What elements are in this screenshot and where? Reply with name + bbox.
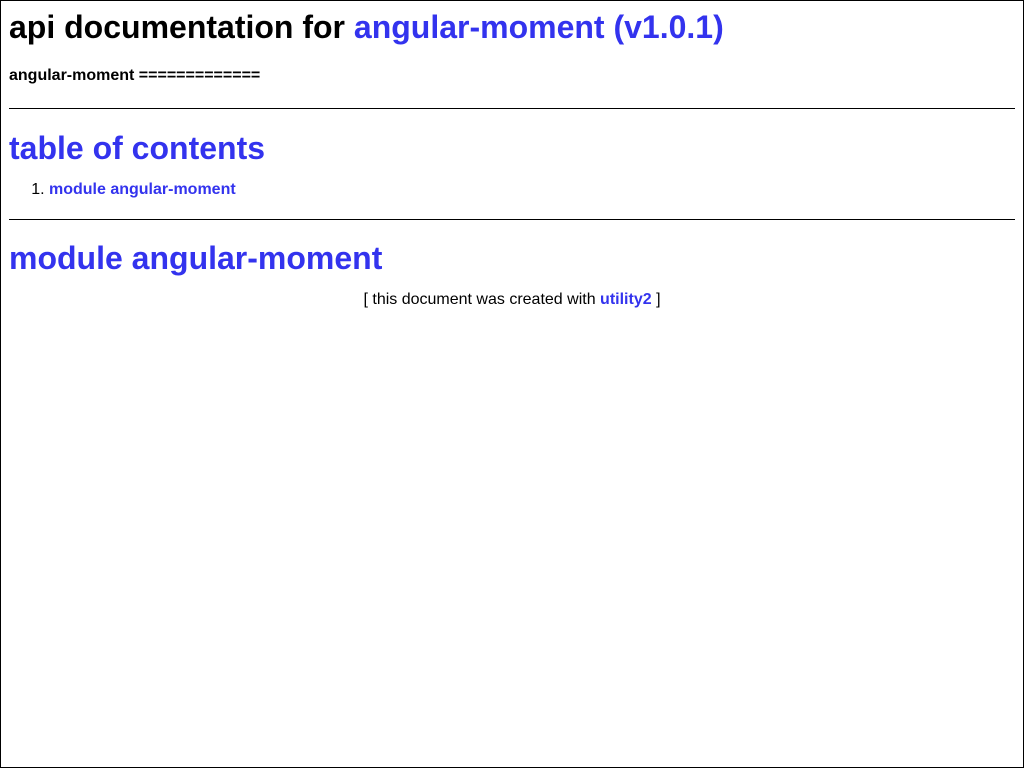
document-page: api documentation for angular-moment (v1…	[0, 0, 1024, 768]
footer-prefix: [ this document was created with	[363, 291, 596, 308]
toc-item: module angular-moment	[49, 181, 1015, 199]
module-heading: module angular-moment	[9, 240, 383, 276]
footer-suffix: ]	[656, 291, 661, 308]
divider	[9, 219, 1015, 220]
toc-heading: table of contents	[9, 130, 266, 166]
package-link[interactable]: angular-moment (v1.0.1)	[354, 9, 724, 45]
package-subtitle: angular-moment =============	[9, 67, 261, 84]
toc-link-module[interactable]: module angular-moment	[49, 181, 236, 198]
utility2-link[interactable]: utility2	[600, 291, 652, 308]
page-title: api documentation for angular-moment (v1…	[9, 1, 1015, 46]
divider	[9, 108, 1015, 109]
toc-list: module angular-moment	[9, 181, 1015, 199]
page-title-prefix: api documentation for	[9, 9, 345, 45]
footer-note: [ this document was created with utility…	[9, 291, 1015, 309]
